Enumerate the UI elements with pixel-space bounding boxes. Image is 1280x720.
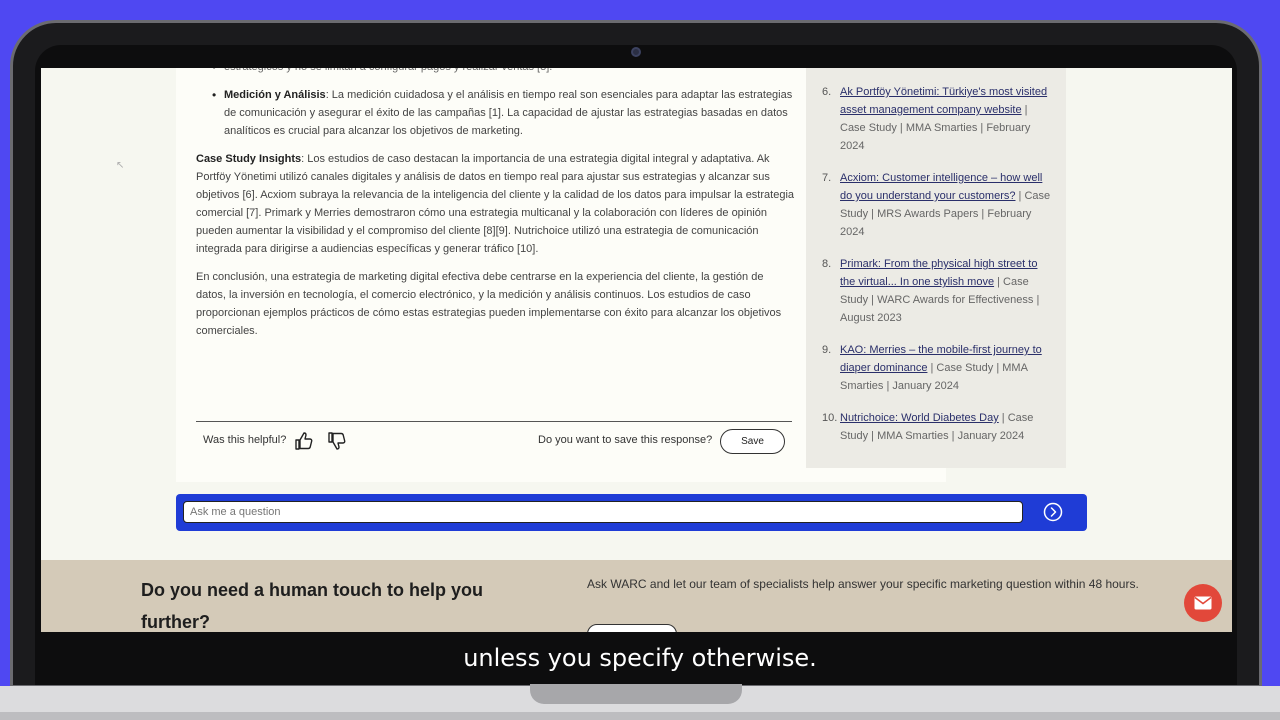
mail-button[interactable] <box>1184 584 1222 622</box>
webcam-icon <box>631 47 641 57</box>
laptop-base-edge <box>0 712 1280 720</box>
insights-title: Case Study Insights <box>196 153 302 165</box>
conclusion-paragraph: En conclusión, una estrategia de marketi… <box>196 271 782 337</box>
ask-warc-button[interactable] <box>587 624 677 632</box>
reference-number: 6. <box>822 86 832 98</box>
insights-text: : Los estudios de caso destacan la impor… <box>196 153 795 255</box>
divider <box>196 421 792 422</box>
mail-icon <box>1194 596 1212 610</box>
reference-number: 9. <box>822 344 832 356</box>
human-touch-text: Ask WARC and let our team of specialists… <box>587 577 1139 591</box>
ask-input[interactable] <box>183 501 1023 523</box>
send-arrow-icon[interactable] <box>1043 502 1063 522</box>
reference-item: 6. Ak Portföy Yönetimi: Türkiye's most vi… <box>822 83 1054 155</box>
thumbs-down-icon[interactable] <box>327 431 347 451</box>
video-caption: unless you specify otherwise. <box>463 644 817 672</box>
bullet-cut-line: estratégicos y no se limitan a configura… <box>196 68 796 76</box>
reference-number: 10. <box>822 412 838 424</box>
reference-link[interactable]: Acxiom: Customer intelligence – how well… <box>840 172 1042 202</box>
bullet-title: Medición y Análisis <box>224 89 326 101</box>
bullet-medicion: Medición y Análisis: La medición cuidado… <box>196 86 796 140</box>
save-button[interactable]: Save <box>720 429 785 454</box>
reference-item: 8. Primark: From the physical high street… <box>822 255 1054 327</box>
reference-number: 8. <box>822 258 832 270</box>
mouse-cursor-icon: ↖ <box>116 160 125 171</box>
reference-number: 7. <box>822 172 832 184</box>
case-study-insights: Case Study Insights: Los estudios de cas… <box>196 150 796 258</box>
helpful-label: Was this helpful? <box>203 434 287 446</box>
human-touch-title: Do you need a human touch to help you fu… <box>141 580 484 632</box>
laptop-hinge <box>530 684 742 704</box>
answer-text: estratégicos y no se limitan a configura… <box>196 68 796 350</box>
save-question: Do you want to save this response? <box>538 434 713 446</box>
browser-viewport: estratégicos y no se limitan a configura… <box>41 68 1232 632</box>
reference-link[interactable]: Nutrichoice: World Diabetes Day <box>840 412 999 424</box>
references-panel: 6. Ak Portföy Yönetimi: Türkiye's most vi… <box>806 68 1066 468</box>
reference-item: 10. Nutrichoice: World Diabetes Day | Cas… <box>822 409 1054 445</box>
reference-item: 7. Acxiom: Customer intelligence – how we… <box>822 169 1054 241</box>
thumbs-up-icon[interactable] <box>294 431 314 451</box>
human-touch-section: Do you need a human touch to help you fu… <box>41 560 1232 632</box>
reference-link[interactable]: Ak Portföy Yönetimi: Türkiye's most visi… <box>840 86 1047 116</box>
ask-bar <box>176 494 1087 531</box>
reference-item: 9. KAO: Merries – the mobile-first journe… <box>822 341 1054 395</box>
